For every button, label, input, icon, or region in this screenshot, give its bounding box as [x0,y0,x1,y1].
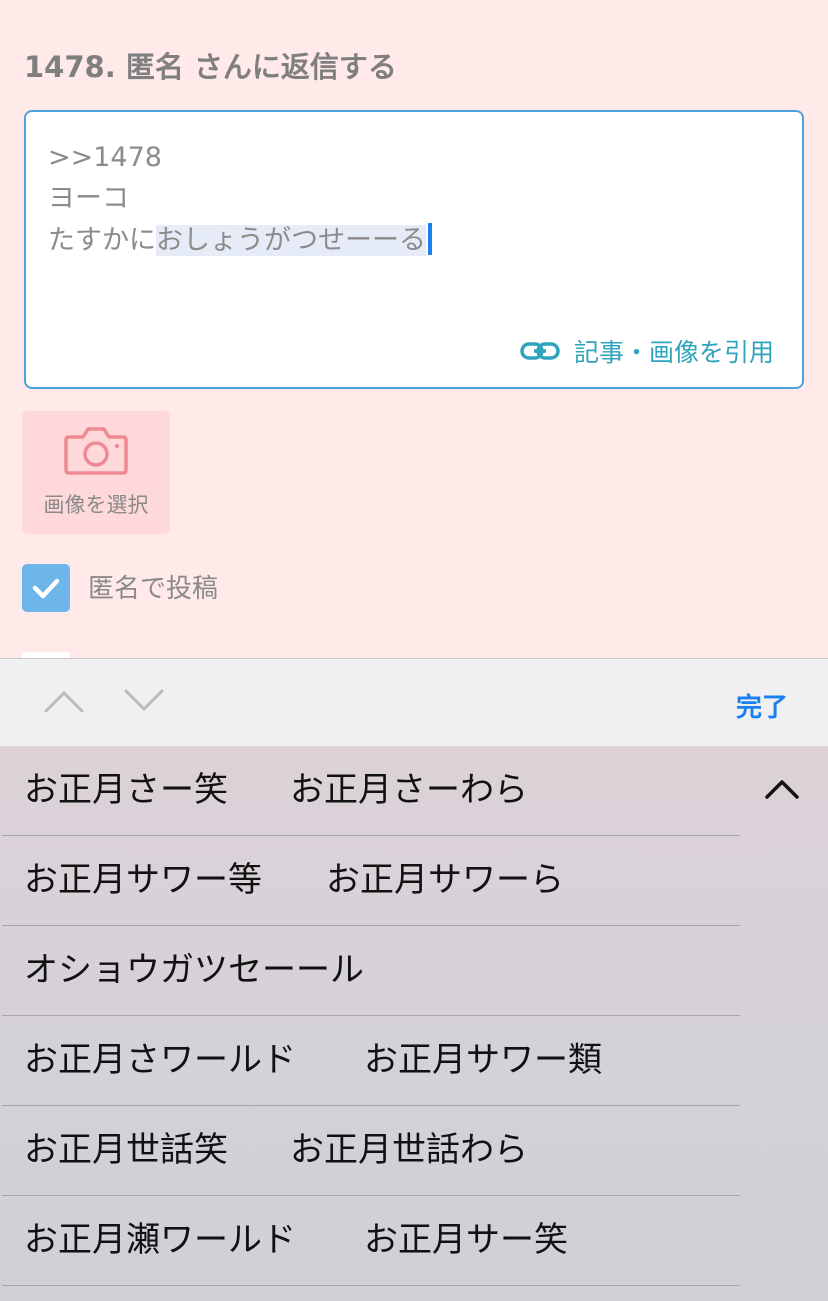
anonymous-checkbox[interactable] [22,564,70,612]
candidate[interactable]: お正月サワー等 [24,852,262,901]
candidate-row: お正月さワールド お正月サワー類 [2,1016,740,1106]
candidate-row: お正月瀬ワールド お正月サー笑 [2,1196,740,1286]
done-button[interactable]: 完了 [736,687,788,724]
candidate-row: オショウガツセーール [2,926,740,1016]
previous-field-button[interactable] [44,689,84,717]
candidate[interactable]: お正月瀬ワールド [24,1212,296,1261]
chevron-up-icon [44,691,84,713]
collapse-candidates-button[interactable] [764,778,800,804]
keyboard-accessory-bar: 完了 [0,658,828,746]
text-line-composing: たすかにおしょうがつせーーる [48,221,432,261]
candidate[interactable]: お正月さー笑 [24,762,228,811]
candidate[interactable]: お正月サワー類 [364,1032,602,1081]
conversion-candidates: お正月さー笑 お正月さーわら お正月サワー等 お正月サワーら オショウガツセーー… [0,746,828,1301]
candidate-row: お正月世話笑 お正月世話わら [2,1106,740,1196]
candidate[interactable]: オショウガツセーール [24,942,364,991]
marked-text: おしょうがつせーーる [156,225,426,256]
candidate[interactable]: お正月世話わら [290,1122,528,1171]
chevron-up-icon [765,780,799,799]
text-plain: たすかに [48,225,156,256]
candidate[interactable]: お正月サー笑 [364,1212,568,1261]
screen: 1478. 匿名 さんに返信する >>1478 ヨーコ たすかにおしょうがつせー… [0,0,828,1301]
candidate-row: お正月サワー等 お正月サワーら [2,836,740,926]
camera-icon [63,425,129,479]
reply-form: 1478. 匿名 さんに返信する >>1478 ヨーコ たすかにおしょうがつせー… [0,0,828,660]
reply-textarea[interactable]: >>1478 ヨーコ たすかにおしょうがつせーーる 記事・画像を引用 [24,110,804,389]
anonymous-label: 匿名で投稿 [88,574,219,604]
select-image-button[interactable]: 画像を選択 [22,411,170,534]
candidate[interactable]: お正月サワーら [326,852,564,901]
candidate[interactable]: お正月さワールド [24,1032,296,1081]
chevron-down-icon [124,689,164,711]
link-icon [520,341,560,361]
reply-title: 1478. 匿名 さんに返信する [24,50,397,84]
candidate[interactable]: お正月世話笑 [24,1122,228,1171]
candidate-row: お正月さー笑 お正月さーわら [2,746,740,836]
text-line: ヨーコ [48,183,129,214]
text-caret [428,223,432,255]
candidate[interactable]: お正月さーわら [290,762,528,811]
quote-link-label: 記事・画像を引用 [573,338,774,367]
next-field-button[interactable] [124,689,164,717]
text-line: >>1478 [48,142,162,173]
select-image-label: 画像を選択 [43,493,149,517]
quote-article-image-link[interactable]: 記事・画像を引用 [520,334,774,368]
checkmark-icon [32,578,60,599]
